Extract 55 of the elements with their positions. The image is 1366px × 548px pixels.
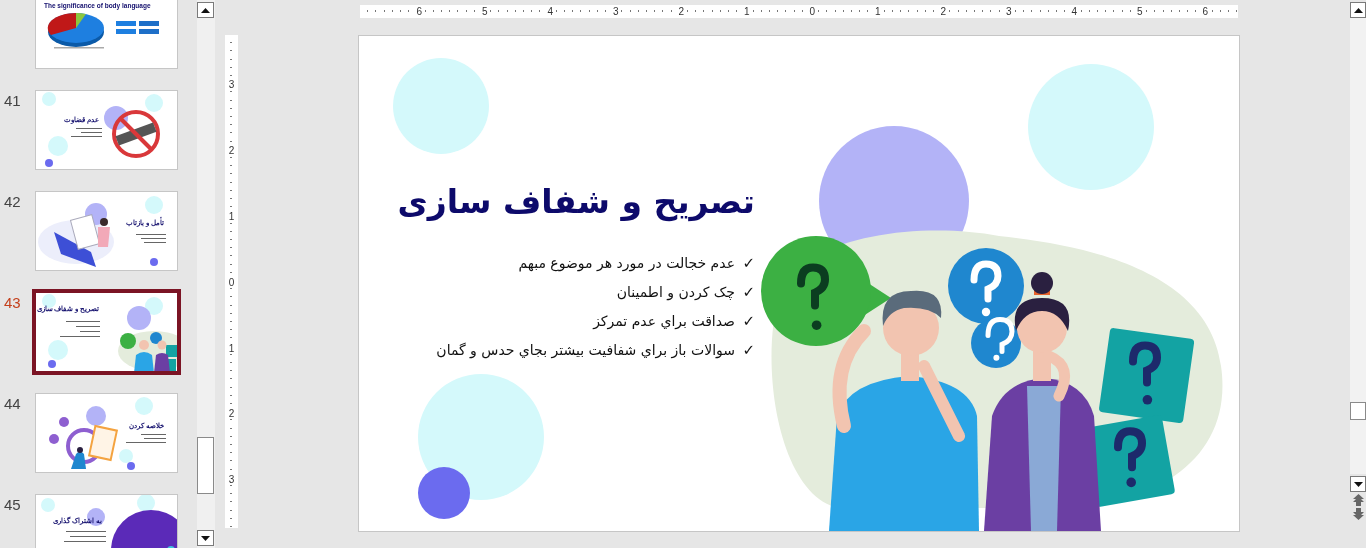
- ruler-number: 6: [414, 6, 425, 17]
- check-mark: ✓: [741, 253, 755, 272]
- scroll-down-button[interactable]: [197, 530, 214, 546]
- slide-number: 45: [3, 496, 22, 513]
- ruler-number: 2: [676, 6, 687, 17]
- slide-number: 43: [3, 294, 22, 311]
- ruler-number: 2: [226, 145, 237, 157]
- no-sign-drawing: [104, 106, 160, 158]
- ruler-number: 4: [1069, 6, 1080, 17]
- ruler-number: 3: [1003, 6, 1014, 17]
- answer-buttons-drawing: [116, 21, 159, 34]
- text-lines-drawing: [136, 234, 166, 243]
- ruler-number: 3: [226, 79, 237, 91]
- ruler-number: 1: [226, 211, 237, 222]
- scroll-up-button[interactable]: [197, 2, 214, 18]
- check-mark: ✓: [741, 340, 755, 359]
- thinking-people-drawing: [118, 306, 177, 371]
- pie-chart-drawing: [47, 13, 104, 47]
- scroll-up-button[interactable]: [1350, 2, 1366, 18]
- ruler-number: 3: [226, 474, 237, 486]
- ruler-number: 1: [741, 6, 752, 17]
- ruler-number: 1: [872, 6, 883, 17]
- triangle-down-icon: [1353, 481, 1363, 487]
- check-mark: ✓: [741, 311, 755, 330]
- next-slide-icon[interactable]: [1353, 508, 1364, 520]
- bullet-text: سوالات باز براي شفافيت بيشتر بجاي حدس و گمان: [436, 341, 735, 358]
- text-lines-drawing: [71, 128, 102, 137]
- slide-number: 41: [3, 92, 22, 109]
- triangle-down-icon: [201, 535, 210, 541]
- check-mark: ✓: [741, 282, 755, 301]
- ruler-number: 6: [1200, 6, 1211, 17]
- previous-slide-icon[interactable]: [1353, 494, 1364, 506]
- ruler-number: 2: [938, 6, 949, 17]
- scroll-down-button[interactable]: [1350, 476, 1366, 492]
- triangle-up-icon: [201, 7, 210, 13]
- ruler-number: 0: [807, 6, 818, 17]
- bullet-text: عدم خجالت در مورد هر موضوع مبهم: [518, 254, 735, 271]
- ruler-number: 1: [226, 342, 237, 354]
- scrollbar-thumb[interactable]: [1350, 402, 1366, 420]
- slide-number: 44: [3, 395, 22, 412]
- ruler-number: 5: [479, 6, 490, 17]
- ruler-number: 4: [545, 6, 556, 17]
- bullet-text: صداقت براي عدم تمرکز: [593, 312, 735, 329]
- ruler-number: 2: [226, 408, 237, 420]
- scrollbar-thumb[interactable]: [197, 437, 214, 494]
- text-lines-drawing: [64, 531, 106, 542]
- bullet-text: چک کردن و اطمینان: [616, 283, 735, 300]
- text-lines-drawing: [126, 434, 166, 443]
- ruler-number: 5: [1134, 6, 1145, 17]
- ruler-number: 3: [610, 6, 621, 17]
- ruler-number: 0: [226, 276, 237, 288]
- text-lines-drawing: [60, 321, 100, 337]
- triangle-up-icon: [1353, 7, 1363, 13]
- slide-title: تصریح و شفاف سازی: [397, 181, 755, 224]
- slide-number: 42: [3, 193, 22, 210]
